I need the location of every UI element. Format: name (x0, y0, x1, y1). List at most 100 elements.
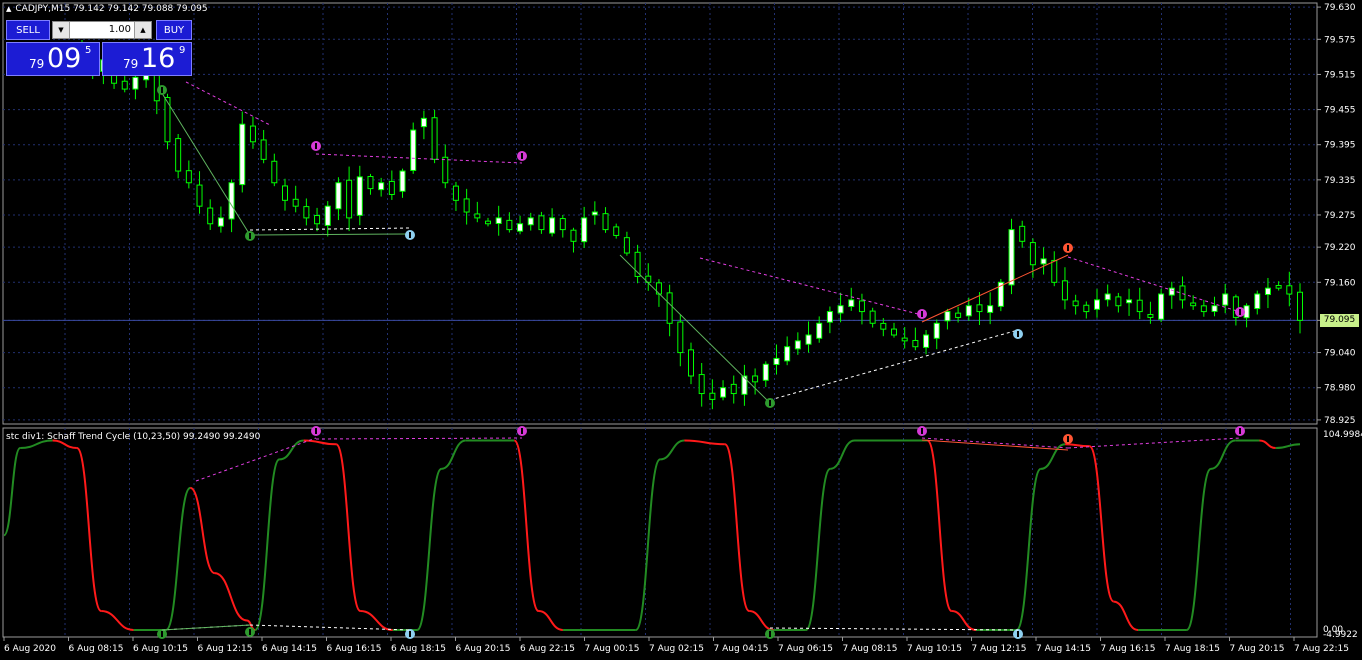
bearish-divergence-line (699, 257, 923, 316)
candle-body (1147, 313, 1154, 318)
ask-price-button[interactable]: 79 16 9 (102, 42, 192, 76)
candle-body (709, 392, 716, 400)
candle-body (367, 176, 374, 190)
stc-segment (165, 486, 192, 631)
candle-body (677, 321, 684, 354)
stc-divergence-lines (161, 437, 1241, 631)
x-tick-label: 7 Aug 04:15 (714, 644, 769, 654)
x-tick-label: 7 Aug 22:15 (1294, 644, 1349, 654)
candle-body (1179, 285, 1186, 301)
bid-price-big: 09 (47, 43, 82, 74)
stc-segment (416, 467, 443, 631)
lot-increase-icon[interactable]: ▲ (134, 22, 151, 38)
candle-body (282, 185, 288, 201)
stc-signal-arrow-icon (315, 428, 317, 434)
candle-body (474, 213, 481, 219)
hidden-divergence-line (921, 254, 1069, 323)
stc-signal-arrow-icon (249, 629, 251, 635)
candle-body (805, 334, 812, 345)
y-tick-label: 79.220 (1324, 243, 1356, 253)
signal-arrow-icon (769, 400, 771, 406)
y-tick-label: 79.575 (1324, 35, 1356, 45)
candle-body (944, 311, 951, 322)
y-tick-label: 79.395 (1324, 141, 1356, 151)
stc-signal-arrow-icon (409, 631, 411, 637)
y-tick-label: 79.515 (1324, 70, 1356, 80)
candle-body (912, 339, 919, 348)
stc-segment (3, 447, 22, 537)
y-tick-label: 79.455 (1324, 106, 1356, 116)
chart-canvas[interactable]: 79.630 79.575 79.515 79.455 79.395 79.335 79.2… (0, 0, 1362, 660)
y-tick-label: 79.160 (1324, 278, 1356, 288)
stc-segment (1275, 443, 1301, 450)
stc-segment (513, 439, 540, 613)
y-tick-label: 79.275 (1324, 211, 1356, 221)
stc-signal-arrow-icon (521, 428, 523, 434)
lot-size-value[interactable]: 1.00 (71, 22, 133, 38)
candle-body (1051, 259, 1058, 283)
candle-body (335, 182, 342, 210)
stc-segment (926, 439, 953, 613)
stc-signal-arrow-icon (1017, 631, 1019, 637)
bid-price-button[interactable]: 79 09 5 (6, 42, 100, 76)
signal-arrow-icon (1067, 245, 1069, 251)
candle-body (1040, 258, 1047, 265)
candle-body (506, 219, 513, 231)
candle-body (452, 185, 459, 201)
candle-body (741, 375, 748, 395)
stc-segment (1210, 439, 1236, 470)
candle-body (1200, 305, 1207, 313)
stc-hidden-divergence (921, 439, 1069, 451)
candle-body (1136, 299, 1143, 313)
candle-body (591, 211, 598, 216)
candle-body (613, 226, 620, 236)
stc-signal-arrow-icon (1067, 436, 1069, 442)
buy-button[interactable]: BUY (156, 20, 192, 40)
candle-body (1254, 293, 1261, 310)
lot-decrease-icon[interactable]: ▼ (53, 22, 70, 38)
candle-body (773, 357, 780, 366)
candle-body (249, 125, 256, 143)
candle-body (239, 123, 246, 186)
stc-segment (441, 439, 466, 470)
x-tick-label: 7 Aug 00:15 (585, 644, 640, 654)
one-click-trading-panel: SELL ▼ 1.00 ▲ BUY 79 09 5 79 16 9 (6, 20, 192, 76)
candle-body (816, 322, 823, 339)
signal-arrow-icon (1017, 331, 1019, 337)
stc-segment (538, 610, 564, 631)
symbol-header-text: CADJPY,M15 79.142 79.142 79.088 79.095 (15, 4, 208, 14)
x-tick-label: 6 Aug 18:15 (391, 644, 446, 654)
x-tick-label: 7 Aug 06:15 (778, 644, 833, 654)
stc-y-tick-label: 104.9984 (1323, 430, 1362, 440)
stc-segment (1065, 443, 1090, 448)
candle-body (1115, 296, 1122, 307)
lot-size-field[interactable]: ▼ 1.00 ▲ (52, 21, 152, 39)
candle-body (730, 383, 737, 395)
x-tick-label: 6 Aug 2020 (4, 644, 56, 654)
x-tick-label: 6 Aug 08:15 (69, 644, 124, 654)
x-tick-label: 6 Aug 20:15 (456, 644, 511, 654)
stc-line (3, 426, 1301, 639)
stc-signal-arrow-icon (1239, 428, 1241, 434)
candle-body (762, 363, 769, 381)
collapse-triangle-icon[interactable]: ▲ (6, 5, 11, 13)
candle-body (228, 182, 235, 220)
sell-button[interactable]: SELL (6, 20, 50, 40)
candle-body (1126, 299, 1133, 304)
stc-segment (723, 443, 751, 613)
signal-arrow-icon (1239, 309, 1241, 315)
stc-segment (804, 467, 832, 631)
candles (79, 40, 1303, 410)
stc-signal-arrow-icon (769, 631, 771, 637)
x-tick-label: 7 Aug 14:15 (1036, 644, 1091, 654)
candle-body (752, 375, 759, 383)
x-tick-label: 7 Aug 20:15 (1230, 644, 1285, 654)
x-tick-label: 7 Aug 10:15 (907, 644, 962, 654)
stc-segment (101, 610, 134, 631)
bid-price-prefix: 79 (29, 57, 45, 71)
candle-body (399, 170, 406, 192)
candle-body (976, 304, 983, 313)
stc-segment (1015, 467, 1042, 631)
stc-segment (1259, 439, 1276, 450)
candle-body (666, 292, 673, 324)
